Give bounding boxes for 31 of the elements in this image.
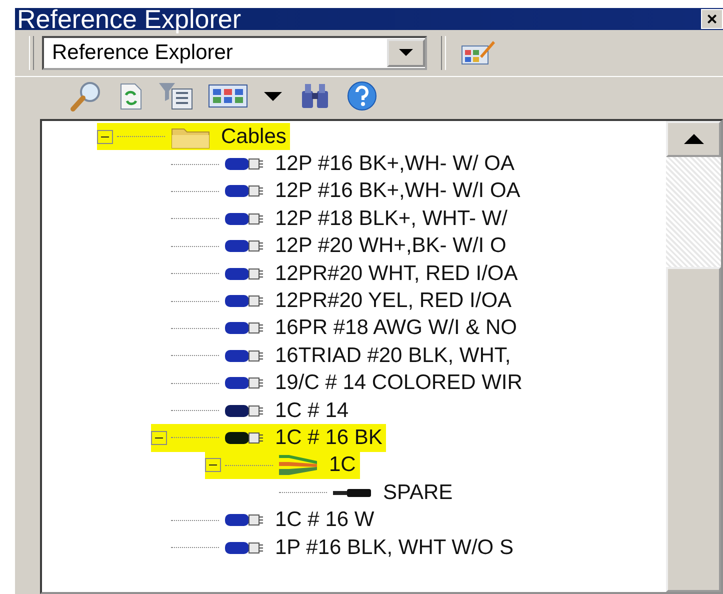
- tree-item[interactable]: 1C # 16 W: [275, 508, 374, 532]
- close-button[interactable]: ×: [701, 9, 723, 29]
- tree-item[interactable]: 12P #18 BLK+, WHT- W/: [275, 206, 508, 231]
- tree-filter-icon[interactable]: [158, 81, 194, 111]
- tree-item[interactable]: 1C: [329, 453, 356, 478]
- scroll-up-button[interactable]: [666, 121, 721, 157]
- view-dropdown[interactable]: Reference Explorer: [42, 36, 427, 70]
- collapse-toggle[interactable]: [97, 130, 113, 144]
- caret-icon: [399, 49, 413, 57]
- tree-item[interactable]: 19/C # 14 COLORED WIR: [275, 371, 522, 396]
- grid-view-icon[interactable]: [208, 83, 248, 109]
- tree-item[interactable]: 12PR#20 WHT, RED I/OA: [275, 262, 518, 286]
- collapse-toggle[interactable]: [151, 430, 167, 445]
- tree-item[interactable]: 1C # 14: [275, 398, 349, 423]
- tree-item[interactable]: 12P #16 BK+,WH- W/ OA: [275, 152, 514, 176]
- dropdown-button[interactable]: [387, 39, 425, 67]
- up-arrow-icon: [684, 134, 704, 144]
- tree-item[interactable]: 12P #20 WH+,BK- W/I O: [275, 234, 506, 258]
- caret-icon[interactable]: [262, 90, 284, 102]
- tree-item[interactable]: 12PR#20 YEL, RED I/OA: [275, 289, 512, 314]
- tree-item[interactable]: SPARE: [383, 480, 453, 505]
- tree-item[interactable]: 16TRIAD #20 BLK, WHT,: [275, 344, 511, 368]
- dropdown-value: Reference Explorer: [51, 41, 234, 65]
- scroll-thumb[interactable]: [666, 267, 721, 592]
- help-icon[interactable]: [346, 80, 378, 112]
- tree-item[interactable]: 1P #16 BLK, WHT W/O S: [275, 536, 514, 560]
- refresh-page-icon[interactable]: [118, 81, 144, 111]
- tree-item[interactable]: 12P #16 BK+,WH- W/I OA: [275, 179, 520, 204]
- collapse-toggle[interactable]: [205, 458, 221, 472]
- tree-item[interactable]: 16PR #18 AWG W/I & NO: [275, 316, 517, 340]
- scrollbar[interactable]: [666, 121, 721, 592]
